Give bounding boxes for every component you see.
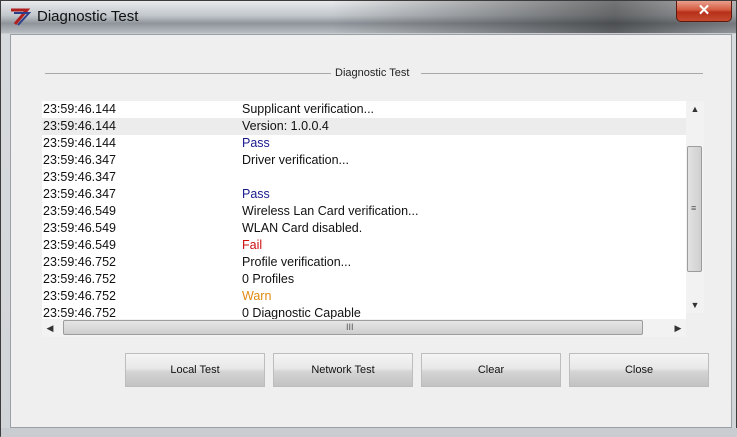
horizontal-scrollbar[interactable]: ◀ III ▶ — [42, 319, 686, 337]
log-timestamp: 23:59:46.144 — [43, 136, 116, 150]
grip-icon: ≡ — [691, 203, 697, 213]
log-row[interactable]: 23:59:46.752 0 Profiles — [42, 271, 686, 288]
log-timestamp: 23:59:46.347 — [43, 170, 116, 184]
log-row[interactable]: 23:59:46.347 Driver verification... — [42, 152, 686, 169]
local-test-button[interactable]: Local Test — [125, 353, 265, 387]
network-test-button[interactable]: Network Test — [273, 353, 413, 387]
log-row[interactable]: 23:59:46.752 Warn — [42, 288, 686, 305]
scroll-right-icon[interactable]: ▶ — [670, 319, 686, 337]
horizontal-scroll-thumb[interactable]: III — [63, 320, 643, 335]
scroll-down-icon[interactable]: ▼ — [686, 297, 704, 313]
log-row[interactable]: 23:59:46.347 Pass — [42, 186, 686, 203]
group-divider-left — [45, 73, 331, 74]
close-button[interactable]: Close — [569, 353, 709, 387]
scroll-up-icon[interactable]: ▲ — [686, 101, 704, 117]
log-message: Driver verification... — [242, 153, 349, 167]
log-timestamp: 23:59:46.752 — [43, 289, 116, 303]
log-row[interactable]: 23:59:46.549 Wireless Lan Card verificati… — [42, 203, 686, 220]
client-area: Diagnostic Test 23:59:46.144 Supplicant v… — [10, 34, 732, 428]
log-timestamp: 23:59:46.347 — [43, 187, 116, 201]
log-timestamp: 23:59:46.752 — [43, 272, 116, 286]
group-title: Diagnostic Test — [335, 67, 410, 79]
log-list[interactable]: 23:59:46.144 Supplicant verification... 23… — [42, 101, 686, 322]
group-divider-right — [421, 73, 703, 74]
log-row[interactable]: 23:59:46.144 Supplicant verification... — [42, 101, 686, 118]
diagnostic-window: Diagnostic Test ✕ Diagnostic Test 23:59:… — [0, 0, 737, 437]
app-logo-icon — [11, 8, 31, 26]
log-timestamp: 23:59:46.549 — [43, 221, 116, 235]
log-message: WLAN Card disabled. — [242, 221, 363, 235]
log-timestamp: 23:59:46.549 — [43, 204, 116, 218]
log-message: Wireless Lan Card verification... — [242, 204, 419, 218]
log-message: Fail — [242, 238, 263, 252]
log-message: Version: 1.0.0.4 — [242, 119, 329, 133]
log-row[interactable]: 23:59:46.144 Pass — [42, 135, 686, 152]
log-timestamp: 23:59:46.549 — [43, 238, 116, 252]
log-row[interactable]: 23:59:46.549 Fail — [42, 237, 686, 254]
log-row[interactable]: 23:59:46.347 — [42, 169, 686, 186]
vertical-scroll-thumb[interactable]: ≡ — [687, 146, 702, 272]
log-row[interactable]: 23:59:46.549 WLAN Card disabled. — [42, 220, 686, 237]
log-row[interactable]: 23:59:46.144 Version: 1.0.0.4 — [42, 118, 686, 135]
log-timestamp: 23:59:46.752 — [43, 255, 116, 269]
grip-icon: III — [346, 322, 354, 332]
log-message: Profile verification... — [242, 255, 352, 269]
log-message: Warn — [242, 289, 272, 303]
close-window-button[interactable]: ✕ — [676, 1, 732, 22]
log-message: Pass — [242, 187, 270, 201]
log-message: 0 Profiles — [242, 272, 295, 286]
log-message: Supplicant verification... — [242, 102, 375, 116]
vertical-scrollbar[interactable]: ▲ ≡ ▼ — [686, 101, 704, 313]
scrollbar-corner — [686, 319, 704, 337]
log-message: Pass — [242, 136, 270, 150]
scroll-left-icon[interactable]: ◀ — [42, 319, 58, 337]
log-timestamp: 23:59:46.144 — [43, 102, 116, 116]
log-timestamp: 23:59:46.144 — [43, 119, 116, 133]
title-bar[interactable]: Diagnostic Test — [1, 1, 736, 33]
window-title: Diagnostic Test — [37, 8, 139, 25]
log-row[interactable]: 23:59:46.752 Profile verification... — [42, 254, 686, 271]
clear-button[interactable]: Clear — [421, 353, 561, 387]
log-timestamp: 23:59:46.347 — [43, 153, 116, 167]
